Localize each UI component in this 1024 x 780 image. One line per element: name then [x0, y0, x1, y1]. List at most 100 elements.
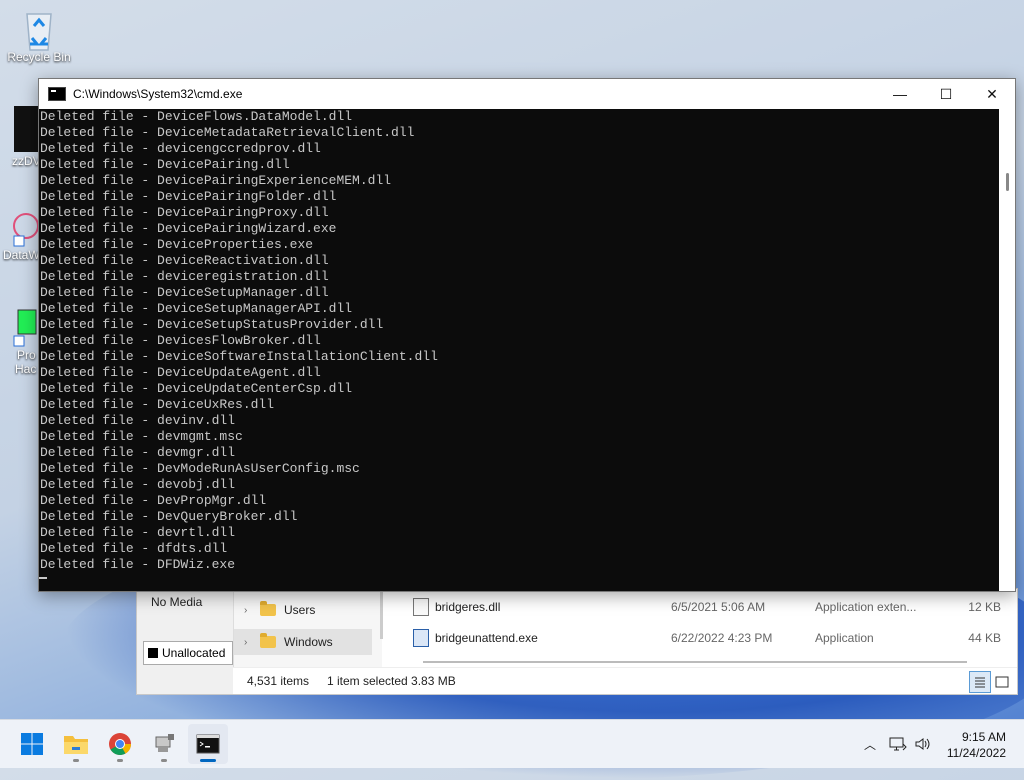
console-line: Deleted file - deviceregistration.dll [40, 269, 329, 284]
console-line: Deleted file - DevModeRunAsUserConfig.ms… [40, 461, 360, 476]
vertical-scrollbar[interactable] [999, 109, 1015, 591]
folder-icon [260, 633, 276, 648]
chevron-right-icon[interactable]: › [244, 637, 247, 648]
file-row[interactable]: bridgeres.dll 6/5/2021 5:06 AM Applicati… [405, 593, 1017, 621]
console-line: Deleted file - DeviceSetupStatusProvider… [40, 317, 384, 332]
file-date: 6/22/2022 4:23 PM [671, 631, 773, 645]
console-line: Deleted file - DevicePairing.dll [40, 157, 290, 172]
horizontal-scrollbar[interactable] [423, 661, 967, 663]
file-name: bridgeunattend.exe [435, 631, 538, 645]
taskbar-clock[interactable]: 9:15 AM 11/24/2022 [947, 729, 1006, 761]
nav-item-windows[interactable]: › Windows [234, 629, 372, 655]
recycle-bin-label: Recycle Bin [7, 50, 71, 64]
file-date: 6/5/2021 5:06 AM [671, 600, 766, 614]
cmd-window[interactable]: C:\Windows\System32\cmd.exe — ☐ ✕ Delete… [38, 78, 1016, 592]
file-type: Application [815, 631, 874, 645]
start-button[interactable] [12, 724, 52, 764]
console-line: Deleted file - DeviceReactivation.dll [40, 253, 329, 268]
console-line: Deleted file - DevQueryBroker.dll [40, 509, 298, 524]
running-indicator [161, 759, 167, 762]
recycle-bin-icon [19, 8, 59, 51]
nav-item-users[interactable]: › Users [234, 597, 372, 623]
chevron-up-icon: ︿ [863, 737, 876, 752]
recycle-bin-shortcut[interactable]: Recycle Bin [3, 8, 75, 64]
file-name: bridgeres.dll [435, 600, 501, 614]
taskbar-chrome[interactable] [100, 724, 140, 764]
console-line: Deleted file - DevicePairingWizard.exe [40, 221, 337, 236]
taskbar: ︿ 9:15 AM 11/24/2022 [0, 719, 1024, 768]
large-icons-view-icon [995, 676, 1009, 688]
console-line: Deleted file - DeviceSetupManager.dll [40, 285, 329, 300]
cmd-titlebar[interactable]: C:\Windows\System32\cmd.exe — ☐ ✕ [39, 79, 1015, 109]
console-output[interactable]: Deleted file - DeviceFlows.DataModel.dll… [39, 109, 999, 589]
console-line: Deleted file - dfdts.dll [40, 541, 228, 556]
file-size: 44 KB [968, 631, 1001, 645]
large-icons-view-button[interactable] [991, 671, 1013, 693]
file-type: Application exten... [815, 600, 917, 614]
maximize-button[interactable]: ☐ [923, 79, 969, 109]
status-bar: 4,531 items 1 item selected 3.83 MB [233, 667, 1017, 694]
volume-button[interactable] [912, 720, 934, 768]
navigation-pane: › Users › Windows [234, 589, 382, 669]
taskbar-usb-tool[interactable] [144, 724, 184, 764]
file-size: 12 KB [968, 600, 1001, 614]
disk-management-panel: No Media Unallocated [137, 589, 234, 694]
taskbar-file-explorer[interactable] [56, 724, 96, 764]
unallocated-legend: Unallocated [143, 641, 233, 665]
console-line: Deleted file - DeviceUpdateCenterCsp.dll [40, 381, 353, 396]
cmd-icon [48, 87, 66, 101]
speaker-icon [915, 738, 930, 750]
console-line: Deleted file - DevicePairingProxy.dll [40, 205, 329, 220]
usb-drive-icon [155, 734, 174, 752]
scrollbar-thumb[interactable] [1006, 173, 1009, 191]
console-line: Deleted file - DevicePairingFolder.dll [40, 189, 337, 204]
file-list: bridgeres.dll 6/5/2021 5:06 AM Applicati… [405, 589, 1017, 669]
console-line: Deleted file - DeviceProperties.exe [40, 237, 314, 252]
dll-file-icon [413, 598, 429, 616]
details-view-icon [975, 677, 985, 688]
console-line: Deleted file - devmgr.dll [40, 445, 236, 460]
console-line: Deleted file - devrtl.dll [40, 525, 236, 540]
chevron-right-icon[interactable]: › [244, 605, 247, 616]
console-line: Deleted file - DeviceSetupManagerAPI.dll [40, 301, 353, 316]
nav-item-label: Users [284, 603, 316, 617]
windows-start-icon [21, 733, 43, 755]
network-button[interactable] [888, 720, 908, 768]
unallocated-label: Unallocated [162, 646, 226, 660]
close-button[interactable]: ✕ [969, 79, 1015, 109]
unallocated-swatch [148, 648, 158, 658]
file-explorer-window[interactable]: No Media Unallocated › Users › Windows b… [136, 588, 1018, 695]
exe-file-icon [413, 629, 429, 647]
network-icon [889, 737, 907, 751]
console-line: Deleted file - DeviceUxRes.dll [40, 397, 275, 412]
cmd-icon [196, 734, 220, 754]
clock-time: 9:15 AM [961, 730, 1006, 744]
console-line: Deleted file - DeviceMetadataRetrievalCl… [40, 125, 415, 140]
console-line: Deleted file - devicengccredprov.dll [40, 141, 321, 156]
console-line: Deleted file - DeviceSoftwareInstallatio… [40, 349, 438, 364]
active-indicator [200, 759, 216, 762]
chrome-icon [109, 733, 131, 755]
taskbar-cmd[interactable] [188, 724, 228, 764]
selection-info: 1 item selected 3.83 MB [327, 674, 456, 688]
console-line: Deleted file - devmgmt.msc [40, 429, 243, 444]
minimize-button[interactable]: — [877, 79, 923, 109]
console-line: Deleted file - DevPropMgr.dll [40, 493, 267, 508]
show-hidden-icons-button[interactable]: ︿ [860, 720, 880, 768]
nav-item-label: Windows [284, 635, 333, 649]
running-indicator [117, 759, 123, 762]
console-line: Deleted file - devobj.dll [40, 477, 236, 492]
console-line: Deleted file - devinv.dll [40, 413, 236, 428]
window-title: C:\Windows\System32\cmd.exe [73, 87, 243, 101]
console-line: Deleted file - DevicePairingExperienceME… [40, 173, 392, 188]
console-line: Deleted file - DeviceUpdateAgent.dll [40, 365, 321, 380]
nav-scrollbar[interactable] [380, 589, 383, 639]
clock-date: 11/24/2022 [946, 746, 1006, 760]
console-line: Deleted file - DFDWiz.exe [40, 557, 236, 572]
text-cursor [39, 577, 47, 579]
console-line: Deleted file - DevicesFlowBroker.dll [40, 333, 321, 348]
details-view-button[interactable] [969, 671, 991, 693]
folder-icon [260, 601, 276, 616]
console-line: Deleted file - DeviceFlows.DataModel.dll [40, 109, 353, 124]
file-row[interactable]: bridgeunattend.exe 6/22/2022 4:23 PM App… [405, 624, 1017, 652]
